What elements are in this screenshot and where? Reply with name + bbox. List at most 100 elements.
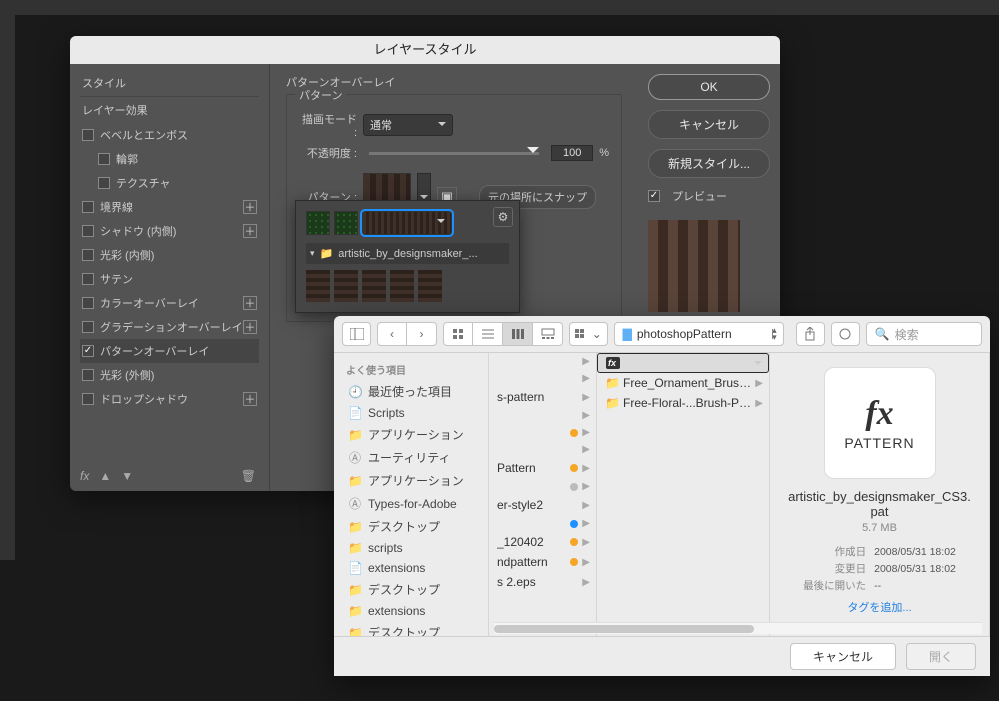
sidebar-item[interactable]: 📁scripts: [334, 538, 488, 558]
add-tag-link[interactable]: タグを追加...: [780, 599, 979, 615]
list-item[interactable]: ▶: [489, 441, 596, 458]
add-icon[interactable]: ＋: [243, 320, 257, 334]
sidebar-item[interactable]: 📁デスクトップ: [334, 578, 488, 601]
list-item[interactable]: ▶: [489, 353, 596, 370]
checkbox[interactable]: [82, 297, 94, 309]
chevron-down-icon[interactable]: ▾: [310, 248, 315, 259]
style-color-overlay[interactable]: カラーオーバーレイ＋: [80, 291, 259, 315]
opacity-input[interactable]: 100: [551, 145, 593, 161]
pattern-thumb[interactable]: [306, 211, 330, 235]
scrollbar-thumb[interactable]: [494, 625, 754, 633]
pattern-thumb-selected[interactable]: [362, 211, 452, 235]
group-by-button[interactable]: ⌄: [569, 322, 608, 346]
chevron-right-icon: ▶: [582, 410, 590, 421]
list-item[interactable]: ▶: [489, 370, 596, 387]
add-icon[interactable]: ＋: [243, 296, 257, 310]
checkbox-checked[interactable]: [82, 345, 94, 357]
dialog-title[interactable]: レイヤースタイル: [70, 36, 780, 64]
style-bevel[interactable]: ベベルとエンボス: [80, 123, 259, 147]
style-texture[interactable]: テクスチャ: [80, 171, 259, 195]
add-icon[interactable]: ＋: [243, 200, 257, 214]
sidebar-item[interactable]: 📄extensions: [334, 558, 488, 578]
pattern-thumb[interactable]: [390, 270, 414, 302]
pattern-thumb[interactable]: [306, 270, 330, 302]
sidebar-toggle-button[interactable]: [342, 322, 371, 346]
list-item[interactable]: ▶: [489, 515, 596, 532]
list-item[interactable]: ndpattern▶: [489, 552, 596, 572]
location-dropdown[interactable]: ▇ photoshopPattern ▴▾: [614, 322, 784, 346]
sidebar-item[interactable]: 📁デスクトップ: [334, 515, 488, 538]
checkbox[interactable]: [82, 201, 94, 213]
cancel-button[interactable]: キャンセル: [648, 110, 770, 139]
horizontal-scrollbar[interactable]: [494, 622, 982, 634]
list-item[interactable]: _120402▶: [489, 532, 596, 552]
view-gallery-button[interactable]: [533, 322, 563, 346]
style-gradient-overlay[interactable]: グラデーションオーバーレイ＋: [80, 315, 259, 339]
pattern-thumb[interactable]: [418, 270, 442, 302]
checkbox[interactable]: [82, 249, 94, 261]
effects-header[interactable]: レイヤー効果: [80, 96, 259, 123]
checkbox[interactable]: [98, 177, 110, 189]
sidebar-item[interactable]: 📁extensions: [334, 601, 488, 621]
style-drop-shadow[interactable]: ドロップシャドウ＋: [80, 387, 259, 411]
pattern-file-icon: fx: [606, 357, 620, 369]
search-input[interactable]: 🔍 検索: [866, 322, 982, 346]
style-contour[interactable]: 輪郭: [80, 147, 259, 171]
style-inner-glow[interactable]: 光彩 (内側): [80, 243, 259, 267]
list-item[interactable]: 📁Free-Floral-...Brush-Pack▶: [597, 393, 769, 413]
share-button[interactable]: [796, 322, 825, 346]
preview-checkbox[interactable]: [648, 190, 660, 202]
sidebar-item[interactable]: 📄Scripts: [334, 403, 488, 423]
list-item[interactable]: fxartistic_by_...ker_CS3.pat: [597, 353, 769, 373]
view-icons-button[interactable]: [443, 322, 473, 346]
sidebar-item[interactable]: ⒶTypes-for-Adobe: [334, 492, 488, 515]
style-inner-shadow[interactable]: シャドウ (内側)＋: [80, 219, 259, 243]
cancel-button[interactable]: キャンセル: [790, 643, 896, 670]
sidebar-recents[interactable]: 🕘最近使った項目: [334, 380, 488, 403]
list-item[interactable]: ▶: [489, 478, 596, 495]
add-icon[interactable]: ＋: [243, 224, 257, 238]
checkbox[interactable]: [82, 225, 94, 237]
gear-icon[interactable]: ⚙: [493, 207, 513, 227]
blend-mode-select[interactable]: 通常: [363, 114, 453, 136]
arrow-up-icon[interactable]: ▲: [99, 469, 111, 483]
back-button[interactable]: ‹: [377, 322, 407, 346]
sidebar-item[interactable]: 📁アプリケーション: [334, 423, 488, 446]
new-style-button[interactable]: 新規スタイル...: [648, 149, 770, 178]
style-stroke[interactable]: 境界線＋: [80, 195, 259, 219]
view-list-button[interactable]: [473, 322, 503, 346]
pattern-folder-row[interactable]: ▾ 📁 artistic_by_designsmaker_...: [306, 243, 509, 264]
opacity-slider[interactable]: [369, 152, 539, 155]
list-item[interactable]: ▶: [489, 407, 596, 424]
list-item[interactable]: s 2.eps▶: [489, 572, 596, 592]
checkbox[interactable]: [82, 393, 94, 405]
view-columns-button[interactable]: [503, 322, 533, 346]
sidebar-item[interactable]: Ⓐユーティリティ: [334, 446, 488, 469]
list-item[interactable]: s-pattern▶: [489, 387, 596, 407]
list-item[interactable]: 📁Free_Ornament_Brushes▶: [597, 373, 769, 393]
tags-button[interactable]: [831, 322, 860, 346]
list-item[interactable]: er-style2▶: [489, 495, 596, 515]
checkbox[interactable]: [82, 321, 94, 333]
add-icon[interactable]: ＋: [243, 392, 257, 406]
fx-label[interactable]: fx: [80, 469, 89, 483]
checkbox[interactable]: [98, 153, 110, 165]
checkbox[interactable]: [82, 129, 94, 141]
list-item[interactable]: Pattern▶: [489, 458, 596, 478]
pattern-thumb[interactable]: [334, 270, 358, 302]
ok-button[interactable]: OK: [648, 74, 770, 100]
sidebar-item[interactable]: 📁アプリケーション: [334, 469, 488, 492]
checkbox[interactable]: [82, 273, 94, 285]
pattern-thumb[interactable]: [334, 211, 358, 235]
forward-button[interactable]: ›: [407, 322, 437, 346]
style-outer-glow[interactable]: 光彩 (外側): [80, 363, 259, 387]
pattern-thumb[interactable]: [362, 270, 386, 302]
checkbox[interactable]: [82, 369, 94, 381]
trash-icon[interactable]: 🗑: [241, 469, 256, 483]
style-pattern-overlay[interactable]: パターンオーバーレイ: [80, 339, 259, 363]
open-button[interactable]: 開く: [906, 643, 976, 670]
list-item[interactable]: ▶: [489, 424, 596, 441]
style-satin[interactable]: サテン: [80, 267, 259, 291]
styles-header[interactable]: スタイル: [80, 70, 259, 96]
arrow-down-icon[interactable]: ▼: [121, 469, 133, 483]
